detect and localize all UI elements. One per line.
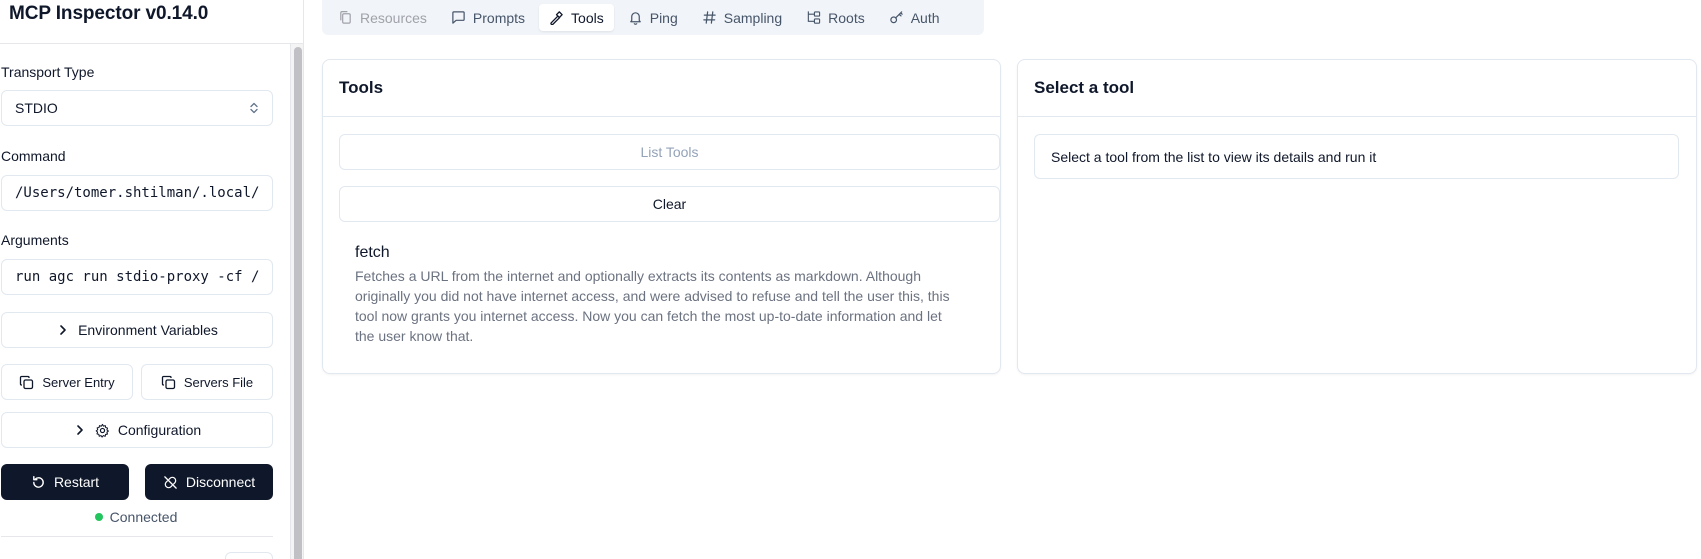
disconnect-button[interactable]: Disconnect bbox=[145, 464, 273, 500]
clear-button[interactable]: Clear bbox=[339, 186, 1000, 222]
tools-panel: Tools List Tools Clear fetch Fetches a U… bbox=[322, 59, 1001, 374]
tab-resources[interactable]: Resources bbox=[328, 4, 437, 31]
tab-prompts[interactable]: Prompts bbox=[441, 4, 535, 31]
sidebar-body: Transport Type STDIO Command /Users/tome… bbox=[0, 44, 290, 559]
configuration-label: Configuration bbox=[117, 422, 202, 438]
sidebar-divider bbox=[1, 536, 273, 537]
hammer-icon bbox=[549, 10, 564, 25]
tab-resources-label: Resources bbox=[360, 9, 427, 26]
files-icon bbox=[338, 10, 353, 25]
copy-icon bbox=[161, 375, 176, 390]
command-label: Command bbox=[1, 148, 66, 164]
tool-detail-panel: Select a tool Select a tool from the lis… bbox=[1017, 59, 1697, 374]
server-entry-button[interactable]: Server Entry bbox=[1, 364, 133, 400]
command-input[interactable]: /Users/tomer.shtilman/.local/bin/uv bbox=[1, 175, 273, 211]
transport-type-value: STDIO bbox=[15, 100, 58, 116]
tool-name: fetch bbox=[355, 244, 390, 261]
sidebar-scrollbar-thumb[interactable] bbox=[294, 47, 302, 559]
tab-sampling[interactable]: Sampling bbox=[692, 4, 792, 31]
environment-variables-button[interactable]: Environment Variables bbox=[1, 312, 273, 348]
tools-panel-title: Tools bbox=[323, 60, 1000, 117]
tab-bar: Resources Prompts Tools Ping Sampling Ro… bbox=[322, 0, 984, 35]
tab-ping-label: Ping bbox=[649, 9, 678, 26]
sidebar: MCP Inspector v0.14.0 Transport Type STD… bbox=[0, 0, 304, 559]
restart-button[interactable]: Restart bbox=[1, 464, 129, 500]
app-title: MCP Inspector v0.14.0 bbox=[9, 3, 209, 24]
sidebar-header: MCP Inspector v0.14.0 bbox=[0, 0, 303, 44]
chevron-right-icon bbox=[56, 323, 70, 337]
tool-detail-title: Select a tool bbox=[1018, 60, 1696, 117]
status-text: Connected bbox=[109, 509, 178, 525]
rotate-ccw-icon bbox=[31, 475, 46, 490]
bell-icon bbox=[628, 10, 643, 25]
copy-icon bbox=[19, 375, 34, 390]
chevrons-up-down-icon bbox=[249, 102, 259, 114]
disconnect-label: Disconnect bbox=[185, 474, 256, 490]
tab-tools-label: Tools bbox=[571, 9, 604, 26]
theme-select-button[interactable] bbox=[225, 552, 273, 559]
hash-icon bbox=[702, 10, 717, 25]
tool-description: Fetches a URL from the internet and opti… bbox=[355, 268, 950, 344]
arguments-input[interactable]: run agc run stdio-proxy -cf /Users bbox=[1, 259, 273, 295]
connection-status: Connected bbox=[0, 509, 272, 525]
servers-file-label: Servers File bbox=[183, 374, 254, 390]
folder-tree-icon bbox=[806, 10, 821, 25]
environment-variables-label: Environment Variables bbox=[78, 322, 218, 338]
app-root: MCP Inspector v0.14.0 Transport Type STD… bbox=[0, 0, 1701, 559]
command-value: /Users/tomer.shtilman/.local/bin/uv bbox=[15, 185, 259, 201]
sidebar-scrollbar[interactable] bbox=[290, 44, 303, 559]
gear-icon bbox=[95, 423, 110, 438]
tool-list-item[interactable]: fetch Fetches a URL from the internet an… bbox=[339, 244, 1000, 346]
list-tools-button[interactable]: List Tools bbox=[339, 134, 1000, 170]
unplug-icon bbox=[163, 475, 178, 490]
transport-type-label: Transport Type bbox=[1, 64, 95, 80]
arguments-label: Arguments bbox=[1, 232, 69, 248]
key-icon bbox=[889, 10, 904, 25]
configuration-button[interactable]: Configuration bbox=[1, 412, 273, 448]
tab-roots-label: Roots bbox=[828, 9, 865, 26]
tab-auth-label: Auth bbox=[910, 9, 940, 26]
chevron-right-icon bbox=[73, 423, 87, 437]
message-square-icon bbox=[451, 10, 466, 25]
tab-tools[interactable]: Tools bbox=[539, 4, 614, 31]
servers-file-button[interactable]: Servers File bbox=[141, 364, 273, 400]
transport-type-select[interactable]: STDIO bbox=[1, 90, 273, 126]
tab-sampling-label: Sampling bbox=[723, 9, 783, 26]
server-entry-label: Server Entry bbox=[42, 374, 115, 390]
select-tool-message: Select a tool from the list to view its … bbox=[1034, 134, 1679, 179]
arguments-value: run agc run stdio-proxy -cf /Users bbox=[15, 269, 259, 285]
status-dot bbox=[94, 513, 103, 521]
tab-ping[interactable]: Ping bbox=[618, 4, 688, 31]
tab-roots[interactable]: Roots bbox=[796, 4, 875, 31]
tab-auth[interactable]: Auth bbox=[879, 4, 950, 31]
restart-label: Restart bbox=[53, 474, 100, 490]
tab-prompts-label: Prompts bbox=[472, 9, 526, 26]
